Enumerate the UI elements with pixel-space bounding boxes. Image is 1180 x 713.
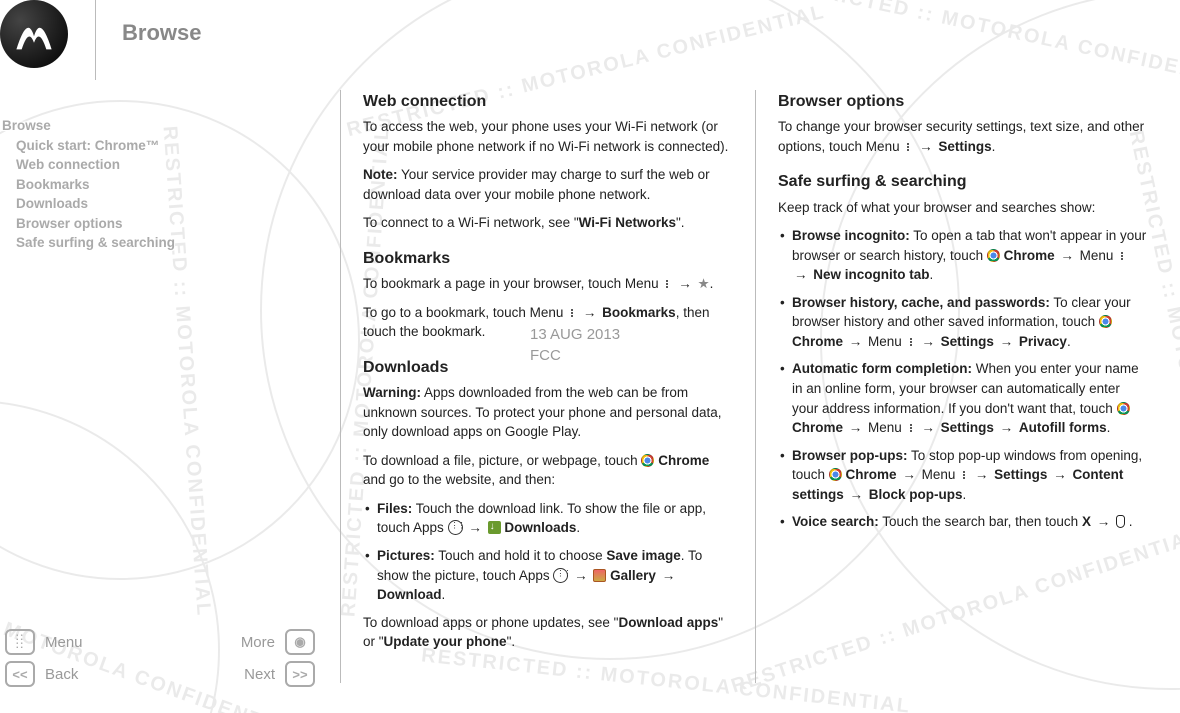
list-item: Voice search: Touch the search bar, then… xyxy=(778,512,1148,532)
grid-icon: :::: xyxy=(5,629,35,655)
bottom-nav: :::: Menu More ◉ << Back Next >> xyxy=(5,629,315,693)
chrome-icon xyxy=(829,468,842,481)
more-button[interactable]: More ◉ xyxy=(241,629,315,655)
paragraph: To download apps or phone updates, see "… xyxy=(363,613,733,652)
chrome-icon xyxy=(987,249,1000,262)
downloads-icon xyxy=(488,521,501,534)
toc: Browse Quick start: Chrome™ Web connecti… xyxy=(2,116,175,253)
toc-item[interactable]: Browser options xyxy=(2,214,175,234)
next-button[interactable]: Next >> xyxy=(244,661,315,687)
menu-dots-icon xyxy=(903,142,913,152)
heading-downloads: Downloads xyxy=(363,356,733,379)
next-icon: >> xyxy=(285,661,315,687)
page-title: Browse xyxy=(122,20,201,46)
toc-item[interactable]: Quick start: Chrome™ xyxy=(2,136,175,156)
menu-dots-icon xyxy=(959,470,969,480)
back-icon: << xyxy=(5,661,35,687)
toc-root[interactable]: Browse xyxy=(2,116,175,136)
left-sidebar: Browse Browse Quick start: Chrome™ Web c… xyxy=(0,0,340,713)
paragraph: Note: Your service provider may charge t… xyxy=(363,165,733,204)
apps-icon xyxy=(553,568,568,583)
toc-item[interactable]: Safe surfing & searching xyxy=(2,233,175,253)
list-item: Pictures: Touch and hold it to choose Sa… xyxy=(363,546,733,605)
chrome-icon xyxy=(1117,402,1130,415)
paragraph: Keep track of what your browser and sear… xyxy=(778,198,1148,218)
paragraph: To go to a bookmark, touch Menu → Bookma… xyxy=(363,303,733,342)
content-column-1: Web connection To access the web, your p… xyxy=(340,90,755,683)
toc-item[interactable]: Downloads xyxy=(2,194,175,214)
list-item: Browser pop-ups: To stop pop-up windows … xyxy=(778,446,1148,505)
gallery-icon xyxy=(593,569,606,582)
toc-item[interactable]: Web connection xyxy=(2,155,175,175)
heading-bookmarks: Bookmarks xyxy=(363,247,733,270)
list-item: Automatic form completion: When you ente… xyxy=(778,359,1148,437)
paragraph: Warning: Apps downloaded from the web ca… xyxy=(363,383,733,442)
heading-web-connection: Web connection xyxy=(363,90,733,113)
paragraph: To access the web, your phone uses your … xyxy=(363,117,733,156)
paragraph: To connect to a Wi-Fi network, see "Wi-F… xyxy=(363,213,733,233)
toc-item[interactable]: Bookmarks xyxy=(2,175,175,195)
heading-safe-surfing: Safe surfing & searching xyxy=(778,170,1148,193)
chrome-icon xyxy=(1099,315,1112,328)
menu-dots-icon xyxy=(662,279,672,289)
menu-dots-icon xyxy=(906,423,916,433)
menu-dots-icon xyxy=(1117,251,1127,261)
mic-icon xyxy=(1116,515,1125,528)
list-item: Files: Touch the download link. To show … xyxy=(363,499,733,538)
chrome-icon xyxy=(641,454,654,467)
motorola-logo-icon xyxy=(0,0,68,68)
star-icon: ★ xyxy=(697,276,709,291)
apps-icon xyxy=(448,520,463,535)
paragraph: To change your browser security settings… xyxy=(778,117,1148,156)
back-button[interactable]: << Back xyxy=(5,661,78,687)
paragraph: To bookmark a page in your browser, touc… xyxy=(363,274,733,294)
more-icon: ◉ xyxy=(285,629,315,655)
list-item: Browser history, cache, and passwords: T… xyxy=(778,293,1148,352)
menu-button[interactable]: :::: Menu xyxy=(5,629,83,655)
menu-dots-icon xyxy=(567,308,577,318)
heading-browser-options: Browser options xyxy=(778,90,1148,113)
content-column-2: Browser options To change your browser s… xyxy=(755,90,1170,683)
paragraph: To download a file, picture, or webpage,… xyxy=(363,451,733,490)
menu-dots-icon xyxy=(906,337,916,347)
list-item: Browse incognito: To open a tab that won… xyxy=(778,226,1148,285)
